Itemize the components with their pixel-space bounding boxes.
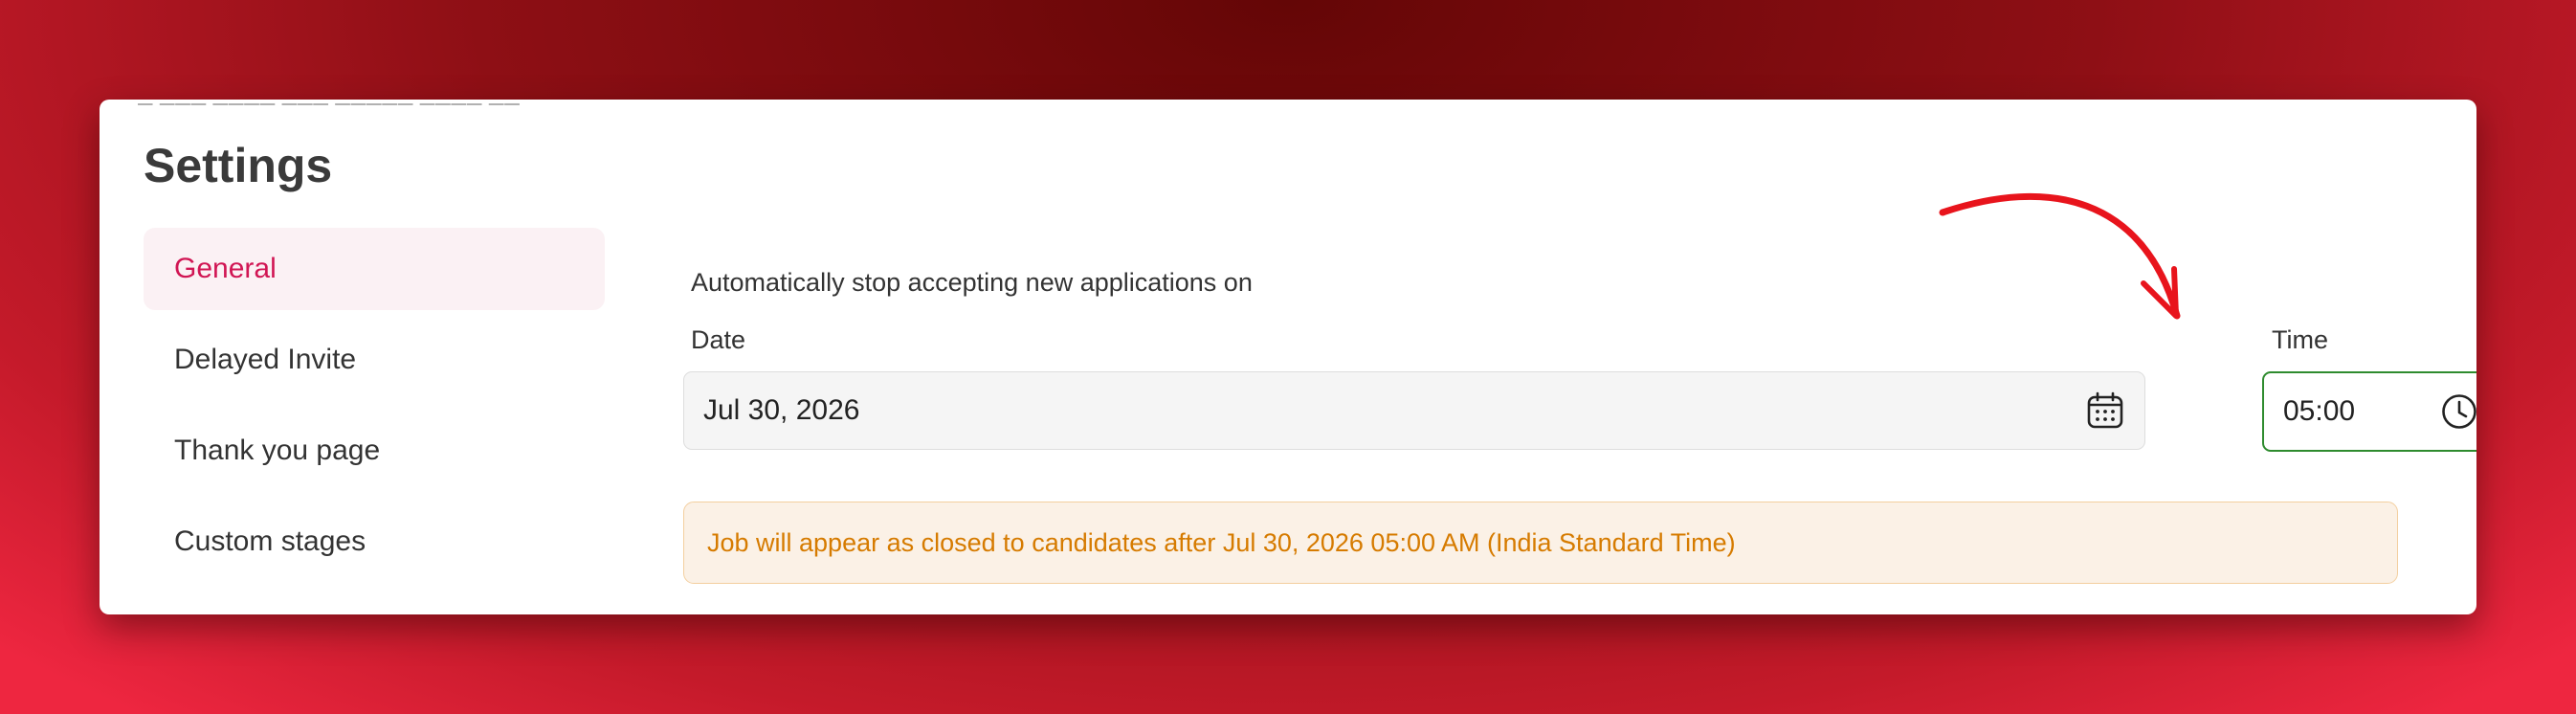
red-arrow-annotation bbox=[1939, 193, 2181, 320]
